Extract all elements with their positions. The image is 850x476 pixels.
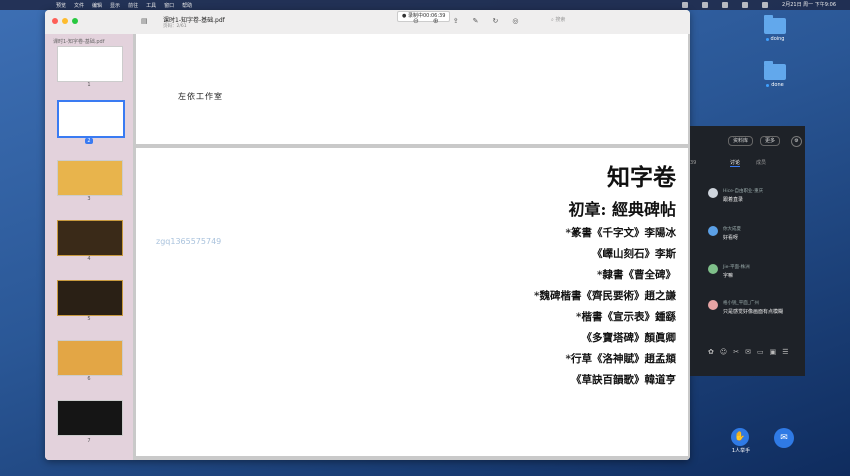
- thumbnail-page-3[interactable]: [57, 160, 123, 196]
- zoom-out-icon[interactable]: ⊖: [413, 17, 419, 25]
- avatar: [708, 264, 718, 274]
- battery-icon[interactable]: [722, 1, 729, 8]
- preview-window: ▤ 课时1-知字卷-基础.pdf 页码：2/61 ● 录制中00:06:39 ⊖…: [45, 10, 690, 460]
- menu-bar: 预览 文件 编辑 显示 前往 工具 窗口 帮助 2月21日 周一 下午9:06: [0, 0, 850, 10]
- window-toolbar: ▤ 课时1-知字卷-基础.pdf 页码：2/61 ● 录制中00:06:39 ⊖…: [45, 10, 690, 35]
- thumbnail-page-5[interactable]: [57, 280, 123, 316]
- side-number: 39: [690, 160, 697, 166]
- thumbnail-sidebar: 课时1-知字卷-基础.pdf 1 2 3 4 5 6 7: [45, 34, 133, 460]
- page-number: 1: [87, 82, 91, 88]
- share-icon[interactable]: ⇪: [453, 17, 459, 25]
- hand-raise-count: 1人举手: [731, 448, 751, 454]
- page-number-selected: 2: [85, 138, 93, 144]
- avatar: [708, 300, 718, 310]
- chat-bubble-icon[interactable]: ✉: [774, 428, 794, 448]
- list-item: *行草《洛神賦》趙孟頫: [565, 353, 677, 365]
- emoji-icon[interactable]: ☺: [720, 348, 727, 356]
- more-button[interactable]: 更多: [760, 136, 781, 146]
- menu-view[interactable]: 显示: [110, 2, 120, 9]
- search-icon[interactable]: [742, 1, 749, 8]
- close-window-button[interactable]: [52, 18, 58, 24]
- material-library-button[interactable]: 资料库: [728, 136, 754, 146]
- tag-dot-icon: [766, 83, 770, 87]
- tag-dot-icon: [765, 37, 769, 41]
- page-count: 页码：2/61: [163, 24, 187, 29]
- menu-go[interactable]: 前往: [128, 2, 138, 9]
- document-view[interactable]: 左依工作室 zgq1365575749 知字卷 初章: 經典碑帖 *篆書《千字文…: [133, 34, 690, 460]
- chapter-heading: 初章: 經典碑帖: [568, 200, 676, 219]
- raise-hand-icon[interactable]: ✋: [731, 428, 749, 446]
- list-item: 《嶧山刻石》李斯: [592, 248, 676, 260]
- page-number: 3: [87, 196, 91, 202]
- menu-tools[interactable]: 工具: [146, 2, 156, 9]
- menu-file[interactable]: 文件: [74, 2, 84, 9]
- page-number: 6: [87, 376, 91, 382]
- chat-history-icon[interactable]: ☰: [782, 348, 788, 356]
- list-item: *楷書《宣示表》鍾繇: [576, 311, 676, 323]
- sidebar-document-name: 课时1-知字卷-基础.pdf: [53, 39, 105, 45]
- file-icon[interactable]: ▭: [757, 348, 764, 356]
- control-center-icon[interactable]: [762, 1, 769, 8]
- zoom-in-icon[interactable]: ⊕: [433, 17, 439, 25]
- image-icon[interactable]: ▣: [770, 348, 777, 356]
- list-item: *隸書《曹全碑》: [597, 269, 676, 281]
- gift-icon[interactable]: ✿: [708, 348, 714, 356]
- settings-icon[interactable]: ⚙: [791, 136, 802, 147]
- menu-window[interactable]: 窗口: [164, 2, 174, 9]
- page-number: 5: [87, 316, 91, 322]
- avatar: [708, 226, 718, 236]
- watermark-text: zgq1365575749: [156, 237, 222, 246]
- thumbnail-page-2[interactable]: [57, 100, 125, 138]
- sidebar-toggle-icon[interactable]: ▤: [141, 17, 153, 25]
- page-number: 7: [87, 438, 91, 444]
- tab-members[interactable]: 成员: [756, 159, 766, 167]
- chat-panel: 资料库 更多 ⚙ 39 讨论 成员 Hice-自由职业-重庆 跟着直录 你大成夏…: [690, 126, 805, 376]
- search-field[interactable]: ⌕ 搜索: [551, 16, 565, 23]
- page-title: 知字卷: [607, 164, 676, 191]
- rotate-icon[interactable]: ↻: [493, 17, 499, 25]
- markup-icon[interactable]: ✎: [473, 17, 479, 25]
- list-item: *魏碑楷書《齊民要術》趙之謙: [534, 290, 676, 302]
- thumbnail-page-1[interactable]: [57, 46, 123, 82]
- tab-discuss[interactable]: 讨论: [730, 159, 741, 167]
- avatar: [708, 188, 718, 198]
- wifi-icon[interactable]: [702, 1, 709, 8]
- status-icon[interactable]: [682, 1, 689, 8]
- scissors-icon[interactable]: ✂: [733, 348, 739, 356]
- page-number: 4: [87, 256, 91, 262]
- desktop-folder-done[interactable]: done: [760, 61, 790, 89]
- mail-icon[interactable]: ✉: [745, 348, 751, 356]
- thumbnail-page-4[interactable]: [57, 220, 123, 256]
- menu-help[interactable]: 帮助: [182, 2, 192, 9]
- annotate-icon[interactable]: ◎: [512, 17, 518, 25]
- pdf-page-2: zgq1365575749 知字卷 初章: 經典碑帖 *篆書《千字文》李陽冰 《…: [136, 148, 688, 456]
- desktop: 预览 文件 编辑 显示 前往 工具 窗口 帮助 2月21日 周一 下午9:06 …: [0, 0, 850, 476]
- thumbnail-page-6[interactable]: [57, 340, 123, 376]
- thumbnail-page-7[interactable]: [57, 400, 123, 436]
- zoom-window-button[interactable]: [72, 18, 78, 24]
- menu-edit[interactable]: 编辑: [92, 2, 102, 9]
- menubar-datetime[interactable]: 2月21日 周一 下午9:06: [782, 1, 836, 8]
- pdf-page-1: 左依工作室: [136, 34, 688, 144]
- list-item: *篆書《千字文》李陽冰: [565, 227, 677, 239]
- app-menu-preview[interactable]: 预览: [56, 2, 66, 9]
- desktop-folder-doing[interactable]: doing: [760, 15, 790, 43]
- minimize-window-button[interactable]: [62, 18, 68, 24]
- list-item: 《草訣百韻歌》韓道亨: [571, 374, 676, 386]
- folder-icon: [764, 15, 786, 34]
- folder-icon: [764, 61, 786, 80]
- studio-name: 左依工作室: [178, 92, 223, 101]
- list-item: 《多寶塔碑》顏眞卿: [581, 332, 677, 344]
